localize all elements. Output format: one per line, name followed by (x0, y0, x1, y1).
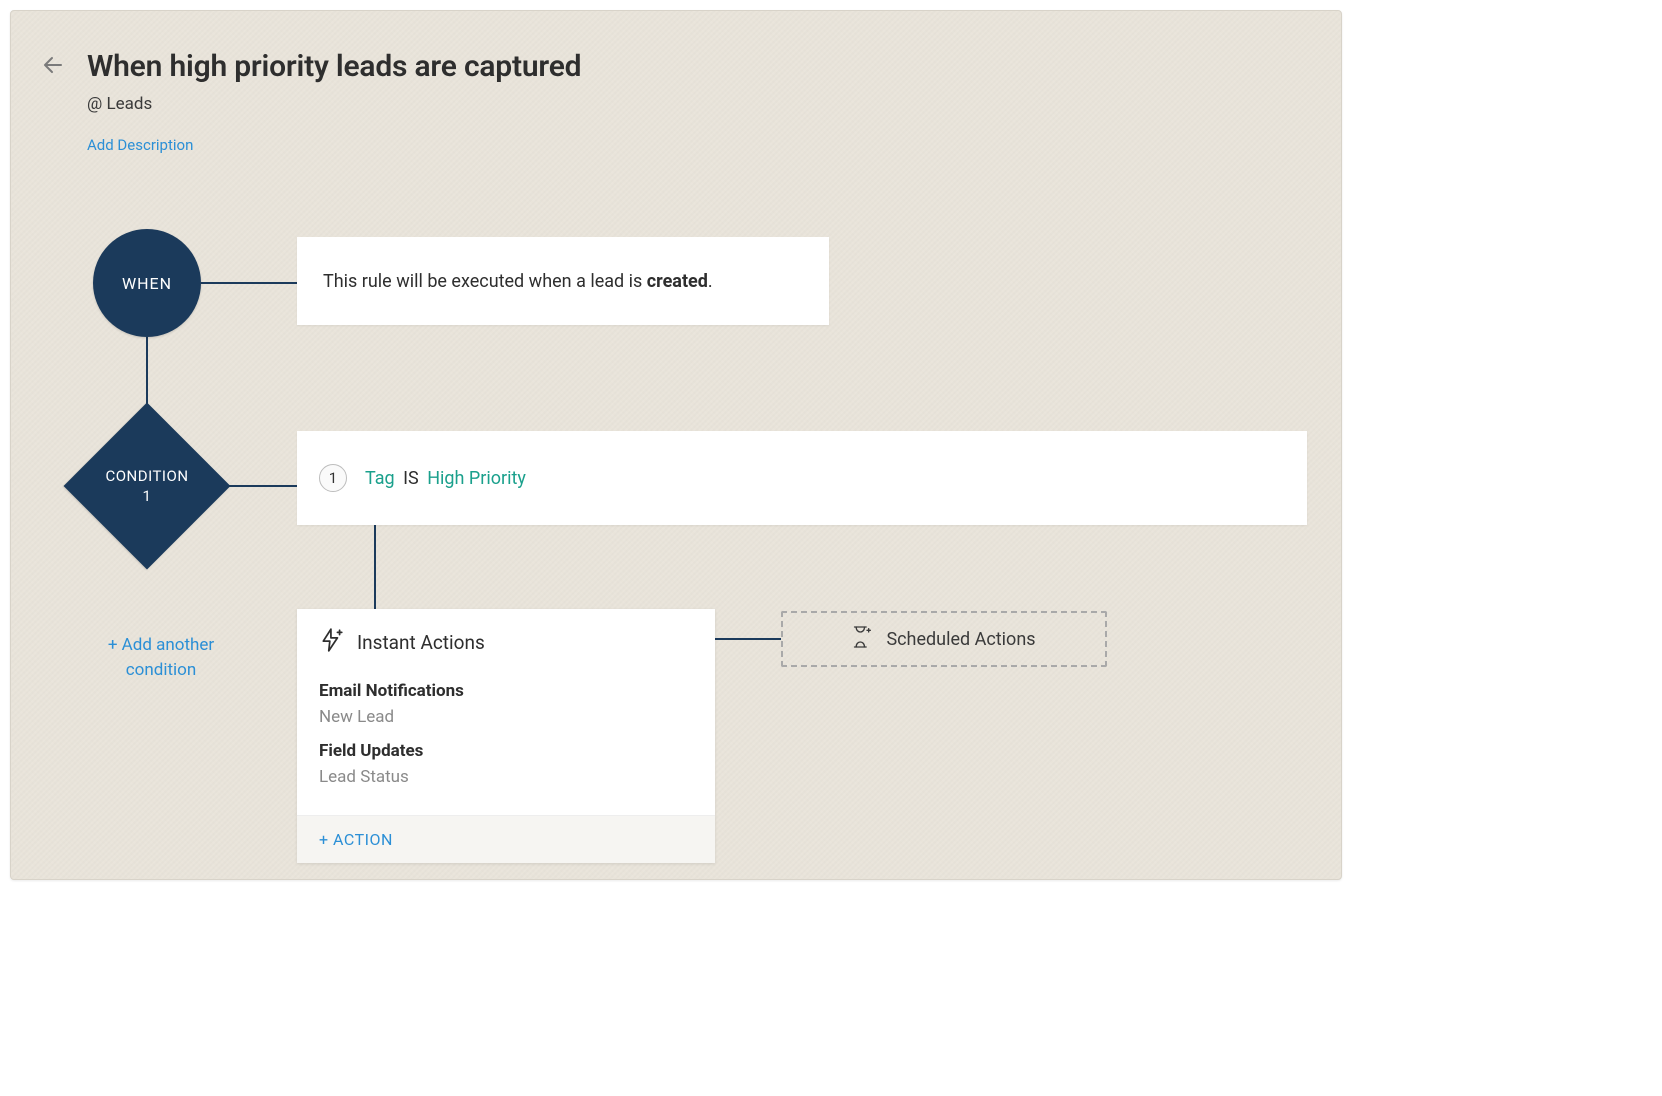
connector (715, 638, 781, 640)
instant-actions-card: Instant Actions Email Notifications New … (297, 609, 715, 863)
instant-actions-body: Email Notifications New Lead Field Updat… (297, 671, 715, 815)
condition-card[interactable]: 1 Tag IS High Priority (297, 431, 1307, 525)
connector (229, 485, 297, 487)
scheduled-actions-title: Scheduled Actions (886, 629, 1035, 650)
condition-field: Tag (365, 468, 395, 489)
connector (201, 282, 297, 284)
when-node[interactable]: WHEN (93, 229, 201, 337)
when-text-prefix: This rule will be executed when a lead i… (323, 271, 647, 292)
when-node-label: WHEN (122, 274, 172, 293)
ia-section-name: Field Updates (319, 741, 693, 761)
ia-item[interactable]: Lead Status (319, 767, 693, 787)
when-text: This rule will be executed when a lead i… (323, 271, 713, 292)
add-condition-link[interactable]: + Add another condition (81, 633, 241, 682)
flow-diagram: WHEN This rule will be executed when a l… (11, 11, 1341, 879)
ia-item[interactable]: New Lead (319, 707, 693, 727)
scheduled-actions-card[interactable]: Scheduled Actions (781, 611, 1107, 667)
instant-actions-title: Instant Actions (357, 631, 485, 654)
condition-value: High Priority (427, 468, 526, 489)
lightning-icon (319, 627, 345, 657)
hourglass-icon (852, 625, 872, 654)
when-text-bold: created (647, 271, 708, 292)
when-text-suffix: . (708, 271, 713, 292)
condition-node-label: CONDITION (105, 466, 188, 486)
instant-actions-header: Instant Actions (297, 609, 715, 671)
condition-node[interactable]: CONDITION 1 (64, 403, 231, 570)
condition-node-number: 1 (143, 486, 152, 506)
add-action-button[interactable]: + ACTION (297, 815, 715, 863)
ia-section-name: Email Notifications (319, 681, 693, 701)
workflow-canvas: When high priority leads are captured @ … (10, 10, 1342, 880)
when-card[interactable]: This rule will be executed when a lead i… (297, 237, 829, 325)
condition-operator: IS (403, 468, 419, 489)
condition-expression: Tag IS High Priority (365, 468, 526, 489)
connector (374, 525, 376, 609)
condition-index-badge: 1 (319, 464, 347, 492)
